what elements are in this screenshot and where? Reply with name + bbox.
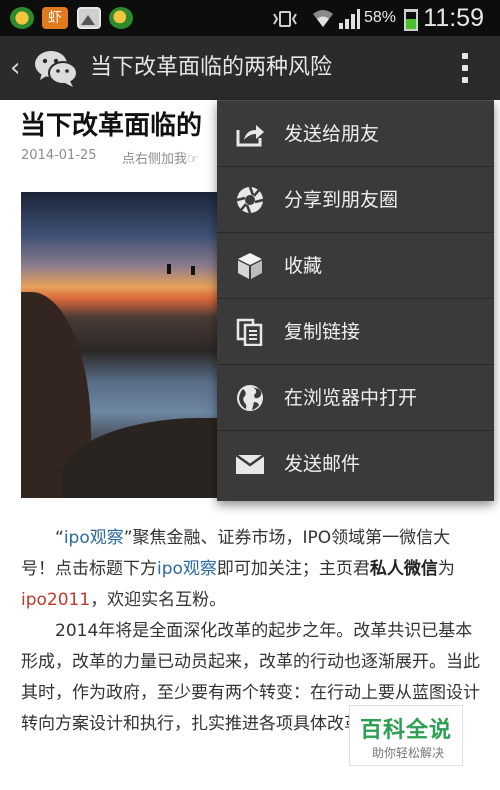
clock: 11:59	[423, 4, 484, 32]
gallery-icon	[77, 7, 101, 29]
text-segment: 为	[437, 559, 455, 579]
wechat-moments-notification-icon	[109, 7, 133, 29]
hero-image[interactable]	[21, 192, 217, 498]
globe-icon	[237, 385, 263, 411]
menu-item-label: 复制链接	[284, 321, 361, 343]
article-title: 当下改革面临的	[20, 111, 203, 141]
battery-icon	[404, 9, 418, 31]
xia-app-icon: 虾	[42, 7, 68, 29]
vibrate-icon	[273, 11, 297, 27]
menu-item-share-moments[interactable]: 分享到朋友圈	[217, 167, 494, 233]
back-icon[interactable]: ‹	[10, 54, 24, 82]
private-wechat-label: 私人微信	[369, 559, 438, 579]
menu-item-send-to-friend[interactable]: 发送给朋友	[217, 101, 494, 167]
page-title: 当下改革面临的两种风险	[90, 55, 333, 80]
wifi-icon	[313, 10, 333, 27]
menu-item-label: 收藏	[284, 255, 323, 277]
silhouette	[167, 264, 171, 274]
favorite-cube-icon	[238, 253, 262, 279]
wechat-id: ipo2011	[21, 590, 91, 610]
menu-item-label: 在浏览器中打开	[284, 387, 418, 409]
battery-percent: 58%	[363, 9, 396, 26]
menu-item-favorite[interactable]: 收藏	[217, 233, 494, 299]
share-arrow-icon	[236, 125, 264, 147]
menu-item-send-email[interactable]: 发送邮件	[217, 431, 494, 497]
ipo-observe-link[interactable]: ipo观察	[64, 528, 124, 548]
wechat-icon[interactable]	[34, 48, 78, 88]
watermark-subtitle: 助你轻松解决	[372, 746, 445, 760]
baike-watermark: 百科全说 助你轻松解决	[349, 705, 463, 766]
intro-paragraph: “ipo观察”聚焦金融、证券市场，IPO领域第一微信大号！点击标题下方ipo观察…	[21, 523, 481, 616]
text-segment: 即可加关注；主页君	[216, 559, 370, 579]
action-bar: ‹ 当下改革面临的两种风险	[0, 36, 500, 100]
copy-link-icon	[236, 318, 263, 346]
menu-item-label: 发送邮件	[284, 453, 361, 475]
status-bar: 虾 58% 11:59	[0, 0, 500, 36]
overflow-menu: 发送给朋友 分享到朋友圈 收藏 复制链接 在浏览器中打开 发送邮件	[217, 100, 494, 501]
mail-icon	[235, 453, 265, 474]
wechat-notification-icon	[10, 7, 34, 29]
watermark-title: 百科全说	[360, 718, 453, 743]
menu-item-copy-link[interactable]: 复制链接	[217, 299, 494, 365]
menu-item-label: 发送给朋友	[284, 123, 380, 145]
silhouette	[191, 266, 195, 275]
overflow-menu-icon[interactable]	[458, 53, 472, 85]
text-segment: “	[55, 528, 64, 548]
signal-icon	[339, 9, 360, 29]
menu-item-open-in-browser[interactable]: 在浏览器中打开	[217, 365, 494, 431]
menu-item-label: 分享到朋友圈	[284, 189, 399, 211]
article-date: 2014-01-25	[21, 148, 97, 163]
ipo-observe-link[interactable]: ipo观察	[157, 559, 217, 579]
moments-aperture-icon	[236, 186, 264, 214]
follow-hint[interactable]: 点右侧加我☞	[122, 148, 199, 167]
text-segment: ，欢迎实名互粉。	[90, 590, 227, 610]
